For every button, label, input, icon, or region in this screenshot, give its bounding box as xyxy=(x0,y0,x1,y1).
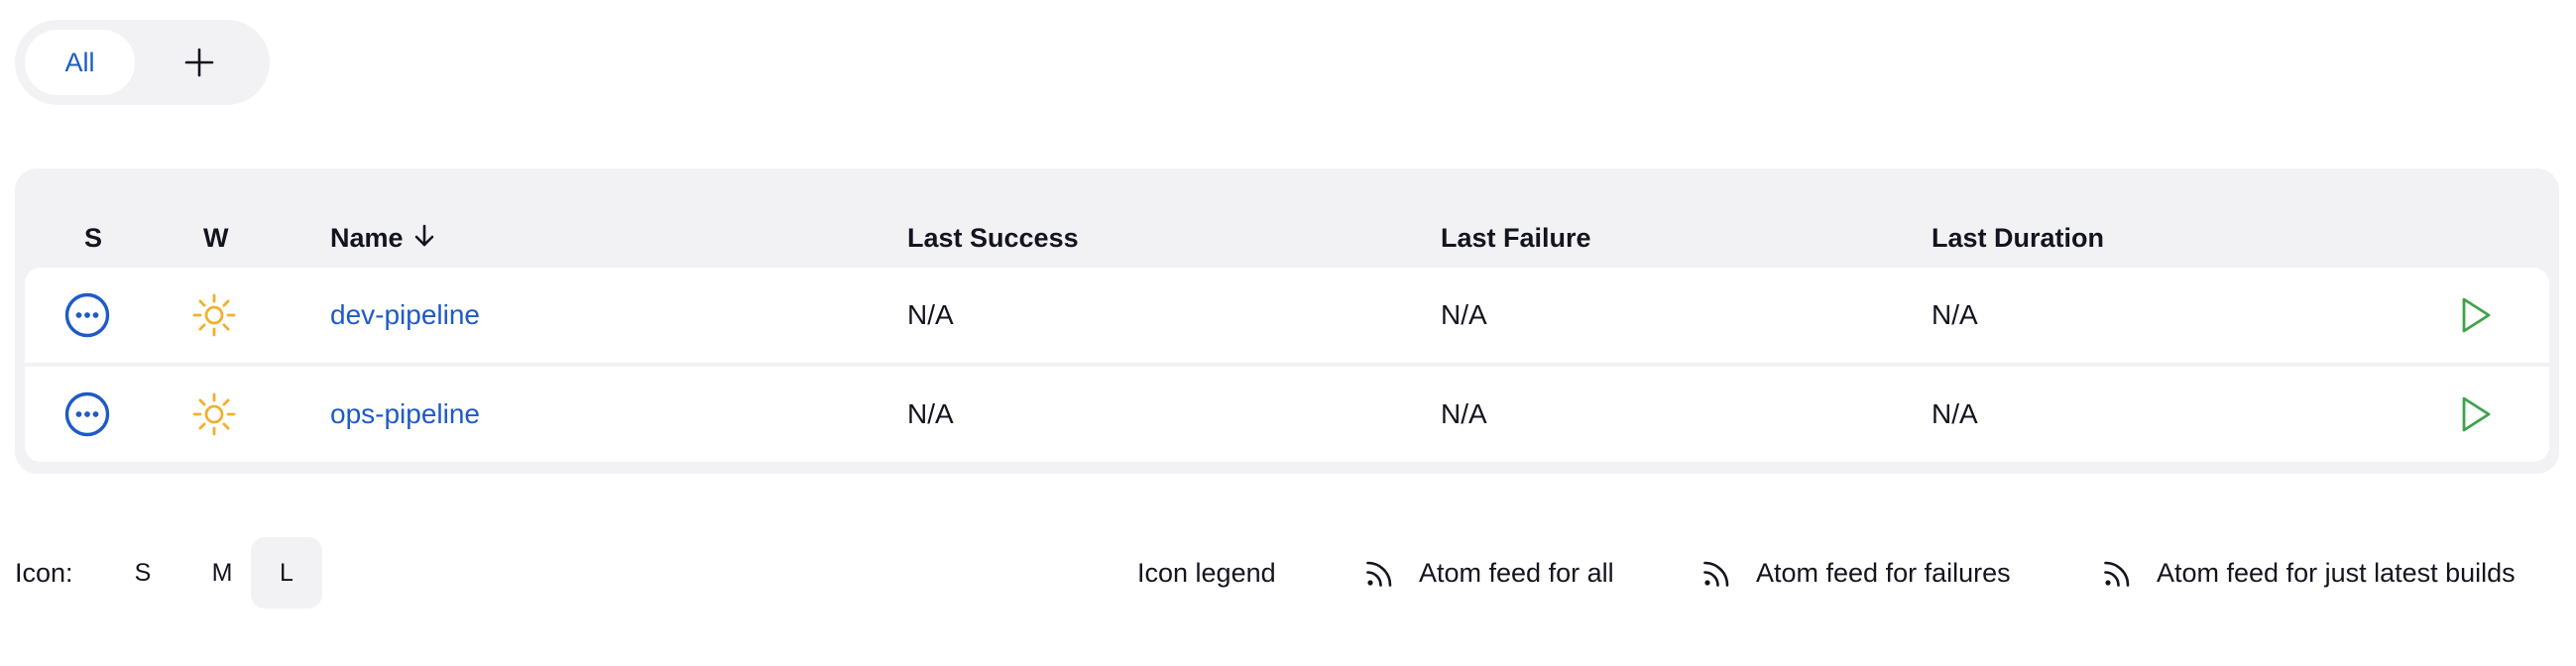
schedule-build-button[interactable] xyxy=(2454,367,2498,462)
atom-feed-latest-label: Atom feed for just latest builds xyxy=(2157,557,2516,588)
column-header-last-duration[interactable]: Last Duration xyxy=(1932,218,2104,258)
jobs-table: S W Name Last Success Last Failure Last … xyxy=(15,168,2559,474)
ellipsis-circle-icon[interactable] xyxy=(63,390,111,438)
icon-legend-label: Icon legend xyxy=(1137,557,1276,588)
sun-icon[interactable] xyxy=(191,292,237,338)
status-cell xyxy=(62,268,112,363)
job-name-cell: dev-pipeline xyxy=(330,268,480,363)
plus-icon xyxy=(184,48,214,77)
table-footer: Icon: S M L Icon legend Atom feed for al… xyxy=(15,537,2559,609)
sun-icon[interactable] xyxy=(191,391,237,437)
play-icon xyxy=(2462,396,2491,432)
table-row: dev-pipeline N/A N/A N/A xyxy=(25,268,2549,363)
job-name-cell: ops-pipeline xyxy=(330,367,480,462)
table-row: ops-pipeline N/A N/A N/A xyxy=(25,367,2549,462)
atom-feed-latest-link[interactable]: Atom feed for just latest builds xyxy=(2101,537,2516,609)
job-link[interactable]: dev-pipeline xyxy=(330,299,480,331)
rss-icon xyxy=(1366,561,1392,587)
atom-feed-failures-label: Atom feed for failures xyxy=(1756,557,2011,588)
weather-cell xyxy=(189,367,239,462)
column-header-weather[interactable]: W xyxy=(203,218,228,258)
last-success-cell: N/A xyxy=(907,299,954,330)
atom-feed-all-link[interactable]: Atom feed for all xyxy=(1363,537,1614,609)
view-tabs: All xyxy=(15,20,270,105)
schedule-build-button[interactable] xyxy=(2454,268,2498,363)
rss-icon xyxy=(2104,561,2130,587)
icon-legend-link[interactable]: Icon legend xyxy=(1137,537,1276,609)
last-duration-cell: N/A xyxy=(1932,299,1978,330)
column-header-name-label: Name xyxy=(330,223,404,253)
last-failure-cell: N/A xyxy=(1441,299,1487,330)
play-icon xyxy=(2462,297,2491,333)
job-link[interactable]: ops-pipeline xyxy=(330,398,480,430)
arrow-down-icon xyxy=(413,220,435,260)
last-duration-cell: N/A xyxy=(1932,398,1978,429)
atom-feed-failures-link[interactable]: Atom feed for failures xyxy=(1700,537,2011,609)
weather-cell xyxy=(189,268,239,363)
column-header-status[interactable]: S xyxy=(84,218,102,258)
column-header-last-failure[interactable]: Last Failure xyxy=(1441,218,1591,258)
icon-size-l-button[interactable]: L xyxy=(251,537,322,609)
tab-all[interactable]: All xyxy=(25,30,135,95)
status-cell xyxy=(62,367,112,462)
icon-size-s-button[interactable]: S xyxy=(107,537,178,609)
last-failure-cell: N/A xyxy=(1441,398,1487,429)
column-header-name[interactable]: Name xyxy=(330,218,435,258)
icon-size-label: Icon: xyxy=(15,558,73,588)
last-success-cell: N/A xyxy=(907,398,954,429)
atom-feed-all-label: Atom feed for all xyxy=(1419,557,1614,588)
add-view-button[interactable] xyxy=(183,47,215,78)
column-header-last-success[interactable]: Last Success xyxy=(907,218,1079,258)
icon-size-m-button[interactable]: M xyxy=(186,537,258,609)
ellipsis-circle-icon[interactable] xyxy=(63,291,111,339)
rss-icon xyxy=(1703,561,1729,587)
